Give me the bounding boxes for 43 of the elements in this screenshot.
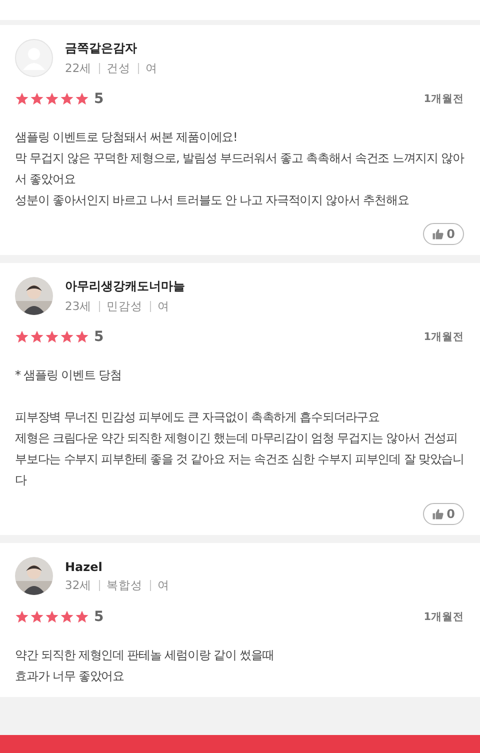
user-gender: 여	[146, 61, 158, 76]
rating-score: 5	[94, 91, 104, 107]
action-bar[interactable]	[0, 735, 480, 753]
star-icon	[60, 330, 74, 344]
star-icon	[60, 92, 74, 106]
review-text: 약간 되직한 제형인데 판테놀 세럼이랑 같이 썼을때 효과가 너무 좋았어요	[15, 647, 275, 685]
skin-type: 복합성	[106, 578, 143, 592]
star-icon	[45, 92, 59, 106]
user-age: 32세	[65, 578, 92, 592]
user-gender: 여	[158, 299, 170, 314]
avatar-icon	[15, 39, 53, 77]
review-date: 1개월전	[424, 92, 464, 106]
rating-score: 5	[94, 609, 104, 625]
user-age: 23세	[65, 299, 92, 314]
thumbs-up-icon	[432, 228, 444, 240]
review-date: 1개월전	[424, 610, 464, 624]
like-button[interactable]: 0	[422, 503, 464, 525]
rating-score: 5	[94, 329, 104, 345]
star-icon	[30, 610, 44, 624]
skin-type: 민감성	[106, 299, 143, 314]
star-icon	[45, 610, 59, 624]
user-name: 금쪽같은감자	[65, 40, 138, 57]
review-date: 1개월전	[424, 330, 464, 344]
star-icon	[75, 610, 89, 624]
star-icon	[75, 92, 89, 106]
star-icon	[15, 330, 29, 344]
user-age: 22세	[65, 61, 92, 76]
star-icon	[30, 330, 44, 344]
star-icon	[45, 330, 59, 344]
star-icon	[30, 92, 44, 106]
user-name: Hazel	[65, 560, 104, 574]
star-icon	[75, 330, 89, 344]
user-gender: 여	[158, 578, 170, 592]
star-icon	[60, 610, 74, 624]
like-button[interactable]: 0	[422, 223, 464, 245]
review-text: * 샘플링 이벤트 당첨	[15, 367, 122, 384]
review-text: 피부장벽 무너진 민감성 피부에도 큰 자극없이 촉촉하게 흡수되더라구요 제형은 크림다운 약간 되직한 제형이긴 했는데 마무리감이 엄청 무겁지는 않아서 건성피부보다는 수부지 피부한테 좋을 것 같아요 저는 속건조 심한 수부지 피부인데 잘 맞았습니다	[15, 409, 464, 489]
skin-type: 건성	[106, 61, 131, 76]
thumbs-up-icon	[432, 508, 444, 520]
star-icon	[15, 610, 29, 624]
star-icon	[15, 92, 29, 106]
user-name: 아무리생강캐도너마늘	[65, 278, 185, 295]
review-text: 샘플링 이벤트로 당첨돼서 써본 제품이에요! 막 무겁지 않은 꾸덕한 제형으로, 발림성 부드러워서 좋고 촉촉해서 속건조 느껴지지 않아서 좋았어요 성분이 좋아서인지 바르고 나서 트러블도 안 나고 자극적이지 않아서 추천해요	[15, 129, 464, 209]
